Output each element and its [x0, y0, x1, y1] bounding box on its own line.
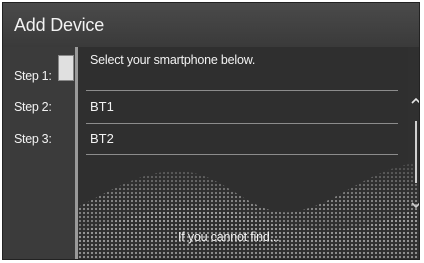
page-title: Add Device	[14, 15, 105, 35]
current-step-indicator	[58, 55, 74, 81]
device-item-bt1[interactable]: BT1	[90, 99, 114, 114]
title-bar: Add Device	[3, 3, 419, 47]
scrollbar[interactable]	[415, 121, 417, 183]
chevron-down-icon[interactable]	[410, 199, 420, 211]
list-divider	[86, 123, 398, 124]
cannot-find-button[interactable]: If you cannot find...	[178, 230, 280, 244]
add-device-screen: Add Device Step 1: Step 2: Step 3: Selec…	[2, 2, 420, 260]
chevron-up-icon[interactable]	[410, 95, 420, 107]
device-item-bt2[interactable]: BT2	[90, 131, 114, 146]
device-list-panel: Select your smartphone below. BT1 BT2 If…	[78, 47, 419, 259]
instruction-text: Select your smartphone below.	[90, 53, 256, 67]
list-divider	[86, 154, 398, 155]
step-1-label: Step 1:	[14, 69, 52, 83]
step-3-label: Step 3:	[14, 132, 52, 146]
step-2-label: Step 2:	[14, 100, 52, 114]
list-divider	[86, 90, 398, 91]
